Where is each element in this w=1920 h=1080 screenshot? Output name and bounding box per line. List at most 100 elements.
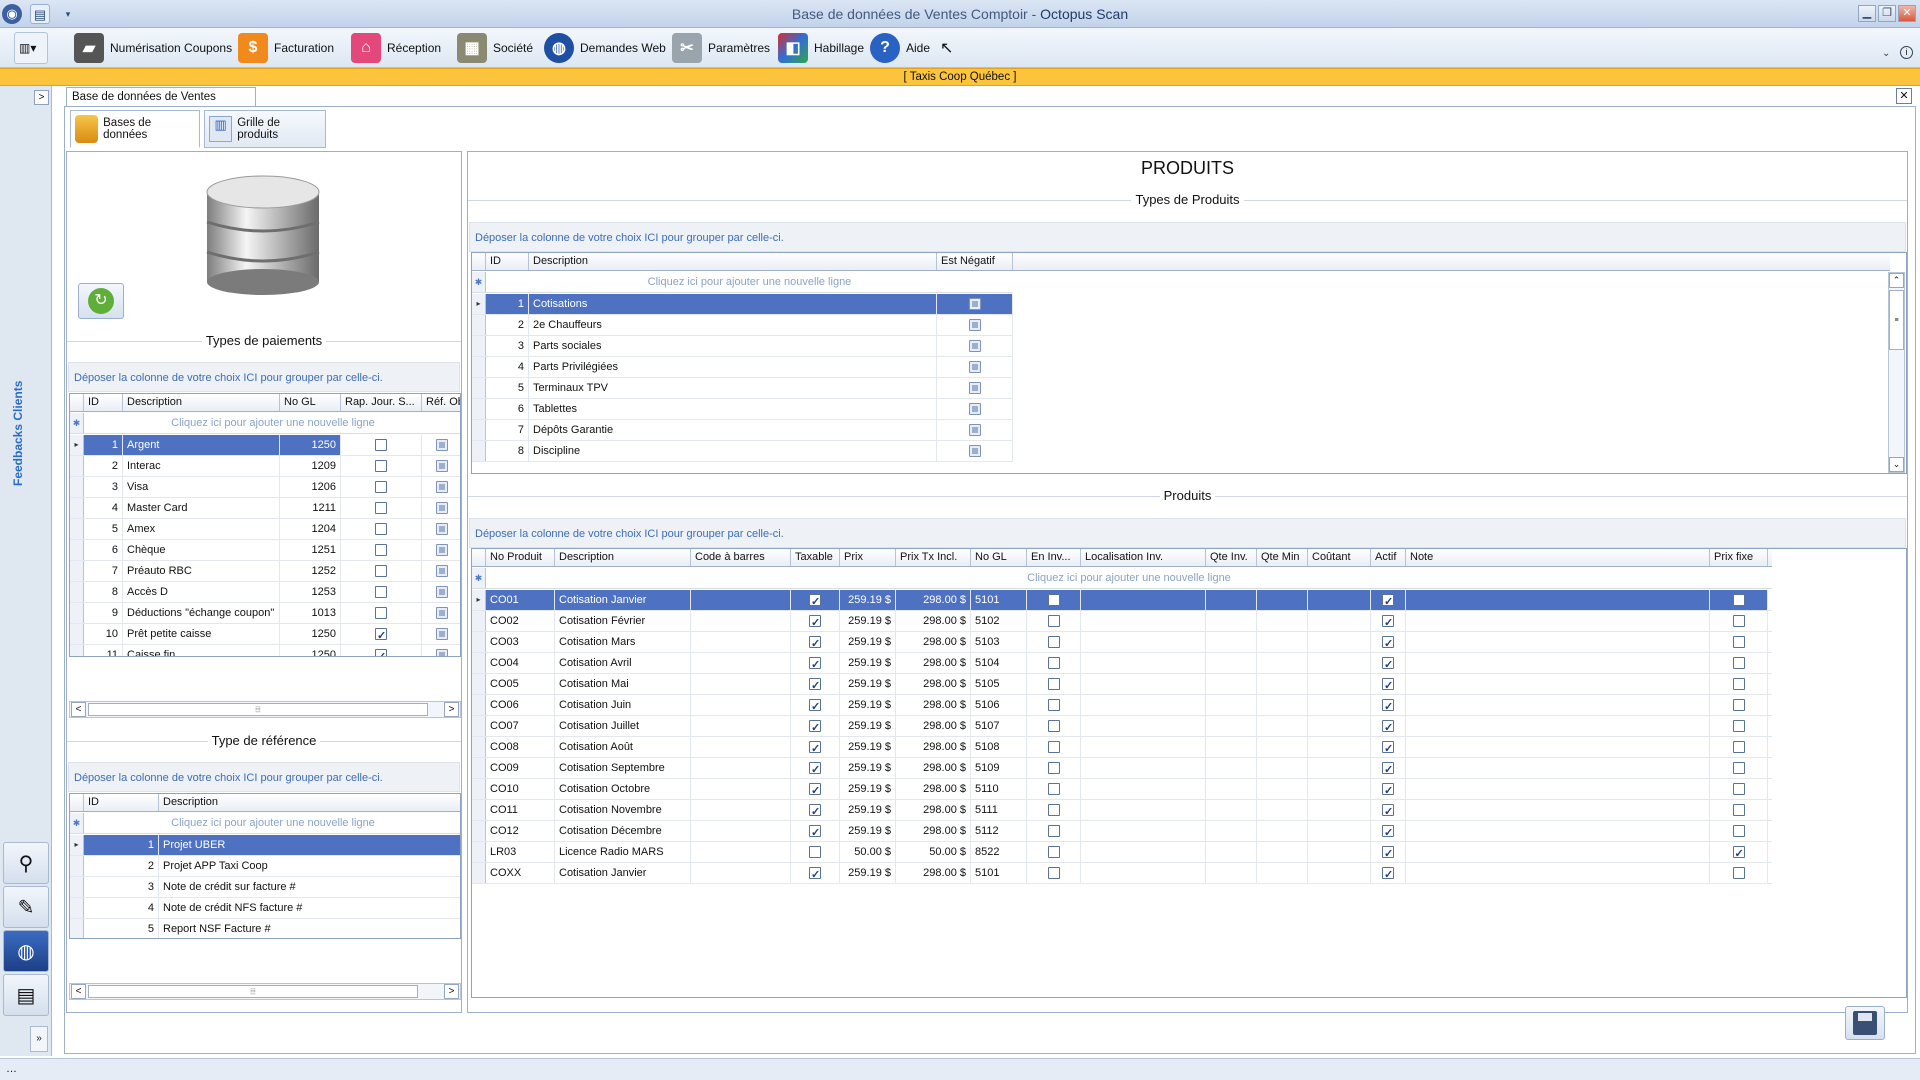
document-tab[interactable]: Base de données de Ventes Comptoir [66, 87, 256, 121]
ref-ob-checkbox[interactable] [435, 439, 448, 452]
ref-ob-checkbox[interactable] [435, 649, 448, 656]
column-header-no-gl[interactable]: No GL [971, 549, 1027, 566]
taxable-checkbox[interactable] [809, 760, 821, 778]
table-row[interactable]: CO05Cotisation Mai 259.19 $298.00 $5105 [472, 674, 1772, 695]
table-row[interactable]: ▸ 1 Cotisations [472, 294, 1013, 315]
table-row[interactable]: ▸ 1 Projet UBER [70, 835, 460, 856]
taxable-checkbox[interactable] [809, 697, 821, 715]
actif-checkbox[interactable] [1382, 718, 1394, 736]
table-row[interactable]: CO02Cotisation Février 259.19 $298.00 $51… [472, 611, 1772, 632]
taxable-checkbox[interactable] [809, 739, 821, 757]
tab-grille-de-produits[interactable]: ▥ Grille de produits [204, 110, 326, 148]
table-row[interactable]: 7 Préauto RBC 1252 [70, 561, 460, 582]
en-inv-checkbox[interactable] [1047, 741, 1060, 754]
prix-fixe-checkbox[interactable] [1732, 636, 1745, 649]
prix-fixe-checkbox[interactable] [1732, 783, 1745, 796]
table-row[interactable]: 3 Visa 1206 [70, 477, 460, 498]
column-header-id[interactable]: ID [84, 794, 159, 811]
table-row[interactable]: 5 Terminaux TPV [472, 378, 1013, 399]
taxable-checkbox[interactable] [809, 718, 821, 736]
column-header-coutant[interactable]: Coûtant [1308, 549, 1371, 566]
table-row[interactable]: CO03Cotisation Mars 259.19 $298.00 $5103 [472, 632, 1772, 653]
column-header-no-gl[interactable]: No GL [280, 394, 341, 411]
rap-jour-checkbox[interactable] [375, 544, 387, 557]
rap-jour-checkbox[interactable] [375, 502, 387, 515]
binoculars-icon[interactable]: ⚲ [3, 842, 49, 884]
payments-new-row[interactable]: ✱ Cliquez ici pour ajouter une nouvelle l… [70, 413, 460, 434]
column-header-qte-min[interactable]: Qte Min [1257, 549, 1308, 566]
scroll-right-icon[interactable]: > [444, 984, 459, 999]
menu-societe[interactable]: ▦ Société [453, 32, 537, 64]
en-inv-checkbox[interactable] [1047, 804, 1060, 817]
table-row[interactable]: 2 Projet APP Taxi Coop [70, 856, 460, 877]
prix-fixe-checkbox[interactable] [1732, 678, 1745, 691]
actif-checkbox[interactable] [1382, 844, 1394, 862]
ref-ob-checkbox[interactable] [435, 523, 448, 536]
products-new-row[interactable]: ✱ Cliquez ici pour ajouter une nouvelle l… [472, 568, 1772, 589]
table-row[interactable]: CO06Cotisation Juin 259.19 $298.00 $5106 [472, 695, 1772, 716]
menu-habillage[interactable]: ◧ Habillage [774, 32, 868, 64]
feedback-label[interactable]: Feedbacks Clients [11, 381, 25, 486]
rap-jour-checkbox[interactable] [375, 439, 387, 452]
rap-jour-checkbox[interactable] [375, 586, 387, 599]
column-header-description[interactable]: Description [123, 394, 280, 411]
table-row[interactable]: CO09Cotisation Septembre 259.19 $298.00 $… [472, 758, 1772, 779]
save-button[interactable] [1845, 1006, 1885, 1040]
taxable-checkbox[interactable] [809, 846, 821, 859]
table-row[interactable]: 8 Discipline [472, 441, 1013, 462]
ref-ob-checkbox[interactable] [435, 481, 448, 494]
column-header-description[interactable]: Description [529, 253, 937, 270]
table-row[interactable]: 4 Parts Privilégiées [472, 357, 1013, 378]
table-row[interactable]: 6 Tablettes [472, 399, 1013, 420]
info-icon[interactable]: i [1900, 46, 1913, 59]
actif-checkbox[interactable] [1382, 802, 1394, 820]
actif-checkbox[interactable] [1382, 613, 1394, 631]
prix-fixe-checkbox[interactable] [1732, 594, 1745, 607]
est-negatif-checkbox[interactable] [968, 382, 981, 395]
view-toggle-button[interactable]: ▥▾ [14, 32, 48, 64]
table-row[interactable]: 4 Master Card 1211 [70, 498, 460, 519]
table-row[interactable]: 8 Accès D 1253 [70, 582, 460, 603]
scroll-left-icon[interactable]: < [71, 984, 86, 999]
table-row[interactable]: 2 2e Chauffeurs [472, 315, 1013, 336]
table-row[interactable]: LR03 Licence Radio MARS 50.00 $50.00 $8522 [472, 842, 1772, 863]
rap-jour-checkbox[interactable] [375, 647, 387, 656]
taxable-checkbox[interactable] [809, 655, 821, 673]
rap-jour-checkbox[interactable] [375, 523, 387, 536]
column-header-description[interactable]: Description [555, 549, 691, 566]
en-inv-checkbox[interactable] [1047, 783, 1060, 796]
column-header-ref-ob[interactable]: Réf. Ob [422, 394, 460, 411]
scroll-down-icon[interactable]: ⌄ [1889, 457, 1904, 472]
column-header-est-negatif[interactable]: Est Négatif [937, 253, 1013, 270]
taxable-checkbox[interactable] [809, 676, 821, 694]
prix-fixe-checkbox[interactable] [1732, 615, 1745, 628]
ref-ob-checkbox[interactable] [435, 460, 448, 473]
menu-aide[interactable]: ? Aide [866, 32, 934, 64]
references-horizontal-scrollbar[interactable]: < ⦙⦙⦙ > [69, 983, 461, 1000]
ref-ob-checkbox[interactable] [435, 565, 448, 578]
taxable-checkbox[interactable] [809, 823, 821, 841]
rap-jour-checkbox[interactable] [375, 481, 387, 494]
prix-fixe-checkbox[interactable] [1732, 657, 1745, 670]
document-stack-icon[interactable]: ▤ [3, 974, 49, 1016]
actif-checkbox[interactable] [1382, 760, 1394, 778]
prix-fixe-checkbox[interactable] [1732, 825, 1745, 838]
column-header-no-produit[interactable]: No Produit [486, 549, 555, 566]
en-inv-checkbox[interactable] [1047, 615, 1060, 628]
column-header-prix-fixe[interactable]: Prix fixe [1710, 549, 1768, 566]
est-negatif-checkbox[interactable] [968, 298, 981, 311]
actif-checkbox[interactable] [1382, 655, 1394, 673]
taxable-checkbox[interactable] [809, 592, 821, 610]
menu-parametres[interactable]: ✂ Paramètres [668, 32, 774, 64]
table-row[interactable]: 11 Caisse fin 1250 [70, 645, 460, 656]
payments-horizontal-scrollbar[interactable]: < ⦙⦙⦙ > [69, 701, 461, 718]
column-header-note[interactable]: Note [1406, 549, 1710, 566]
en-inv-checkbox[interactable] [1047, 657, 1060, 670]
en-inv-checkbox[interactable] [1047, 678, 1060, 691]
column-header-prix[interactable]: Prix [840, 549, 896, 566]
scroll-up-icon[interactable]: ⌃ [1889, 273, 1904, 288]
table-row[interactable]: CO08Cotisation Août 259.19 $298.00 $5108 [472, 737, 1772, 758]
menu-facturation[interactable]: $ Facturation [234, 32, 338, 64]
taxable-checkbox[interactable] [809, 613, 821, 631]
taxable-checkbox[interactable] [809, 865, 821, 883]
